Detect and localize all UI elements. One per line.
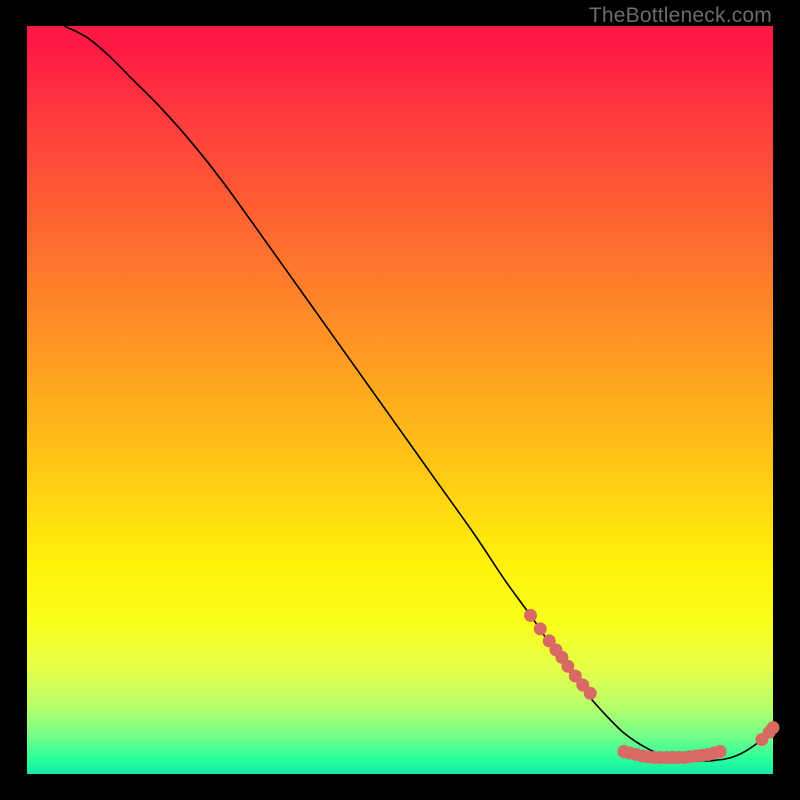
chart-svg bbox=[27, 26, 773, 774]
data-point bbox=[525, 609, 537, 621]
data-point bbox=[584, 687, 596, 699]
data-point bbox=[767, 722, 779, 734]
bottleneck-curve bbox=[64, 26, 773, 761]
scatter-dots bbox=[525, 609, 779, 763]
watermark-text: TheBottleneck.com bbox=[589, 4, 772, 28]
data-point bbox=[534, 623, 546, 635]
data-point bbox=[714, 746, 726, 758]
